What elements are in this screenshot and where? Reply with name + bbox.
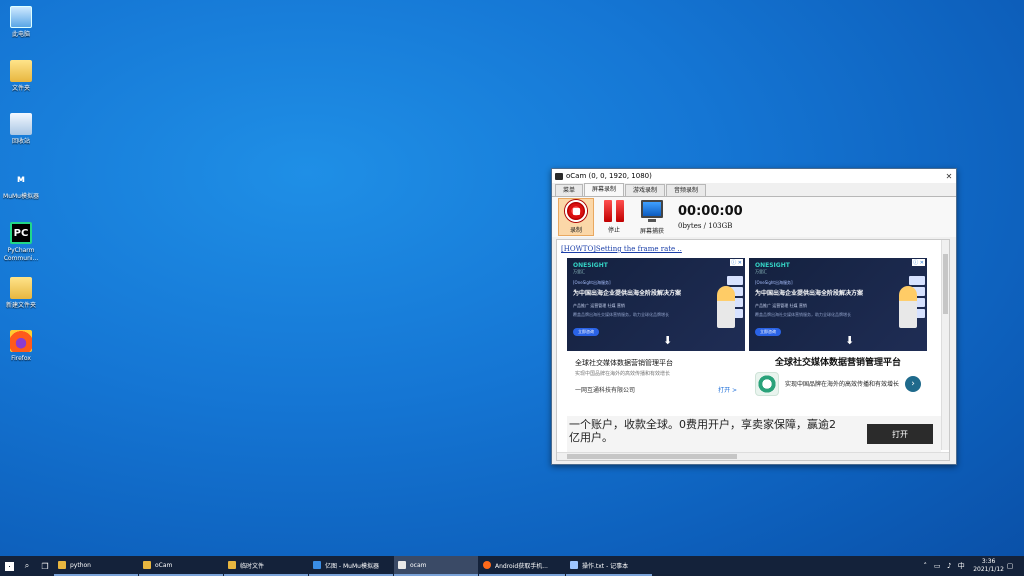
folder-icon bbox=[228, 561, 236, 569]
notepad-icon bbox=[570, 561, 578, 569]
ad-card-2[interactable]: ⓘ ✕ ONESIGHT 万里汇 [OneSight出海服务] 为中国出海企业提… bbox=[749, 258, 927, 408]
desktop-icon-new-folder[interactable]: 新建文件夹 bbox=[0, 277, 42, 310]
windows-logo-icon bbox=[4, 561, 14, 571]
window-titlebar[interactable]: oCam (0, 0, 1920, 1080) ✕ bbox=[552, 169, 956, 183]
arrow-down-icon: ⬇ bbox=[663, 334, 673, 347]
ad-open-button[interactable]: 打开 bbox=[867, 424, 933, 444]
recycle-bin-icon bbox=[10, 113, 32, 135]
network-icon[interactable]: ▭ bbox=[931, 562, 943, 570]
notification-icon[interactable]: ▢ bbox=[1004, 562, 1016, 570]
taskbar-item-temp-files[interactable]: 临时文件 bbox=[224, 556, 308, 576]
ad-open-link[interactable]: 打开 > bbox=[718, 385, 737, 394]
ocam-app-icon bbox=[555, 172, 563, 180]
volume-icon[interactable]: ♪ bbox=[943, 562, 955, 570]
start-button[interactable] bbox=[0, 556, 18, 576]
ad-company: 一网互通科技有限公司 bbox=[575, 387, 636, 394]
ad-banner[interactable]: ⓘ ✕ ONESIGHT 万里汇 [OneSight出海服务] 为中国出海企业提… bbox=[567, 258, 745, 351]
task-view-icon[interactable]: ❐ bbox=[36, 556, 54, 576]
stop-button[interactable]: 停止 bbox=[596, 198, 632, 236]
mumu-icon bbox=[313, 561, 321, 569]
chevron-up-icon[interactable]: ˄ bbox=[919, 562, 931, 570]
arrow-down-icon: ⬇ bbox=[845, 334, 855, 347]
ad-banner[interactable]: ⓘ ✕ ONESIGHT 万里汇 [OneSight出海服务] 为中国出海企业提… bbox=[749, 258, 927, 351]
desktop-icon-pycharm[interactable]: PC PyCharm Communi... bbox=[0, 222, 42, 263]
tab-game-record[interactable]: 游戏录制 bbox=[625, 184, 666, 196]
ad-pane: [HOWTO]Setting the frame rate .. ⓘ ✕ ONE… bbox=[556, 239, 950, 461]
horizontal-scrollbar[interactable] bbox=[557, 452, 949, 460]
record-button[interactable]: 录制 bbox=[558, 198, 594, 236]
taskbar-item-ocam[interactable]: ocam bbox=[394, 556, 478, 576]
screen-capture-button[interactable]: 屏幕捕获 bbox=[634, 198, 670, 236]
desktop-icon-recycle-bin[interactable]: 回收站 bbox=[0, 113, 42, 146]
taskbar-item-ocam-folder[interactable]: oCam bbox=[139, 556, 223, 576]
tab-menu[interactable]: 菜单 bbox=[555, 184, 584, 196]
folder-icon bbox=[10, 60, 32, 82]
taskbar-item-notepad[interactable]: 操作.txt - 记事本 bbox=[566, 556, 652, 576]
bottom-ad[interactable]: 一个账户，收款全球。0费用开户，享卖家保障，赢逾2亿用户。 打开 bbox=[567, 416, 941, 452]
firefox-icon bbox=[10, 330, 32, 352]
search-icon[interactable]: ⌕ bbox=[18, 556, 36, 576]
close-icon[interactable]: ✕ bbox=[942, 169, 956, 183]
window-title: oCam (0, 0, 1920, 1080) bbox=[566, 172, 652, 180]
pause-icon bbox=[604, 200, 624, 222]
tab-bar: 菜单 屏幕录制 游戏录制 音频录制 bbox=[552, 183, 956, 197]
adchoice-icon[interactable]: ⓘ ✕ bbox=[912, 259, 925, 266]
desktop-icon-folder[interactable]: 文件夹 bbox=[0, 60, 42, 93]
recording-size: 0bytes / 103GB bbox=[678, 222, 733, 230]
folder-icon bbox=[143, 561, 151, 569]
brand-logo-icon bbox=[755, 372, 779, 396]
person-illustration bbox=[899, 286, 917, 328]
pycharm-icon: PC bbox=[10, 222, 32, 244]
clock[interactable]: 3:36 2021/1/12 bbox=[973, 558, 1004, 574]
recording-timer: 00:00:00 bbox=[678, 204, 743, 219]
ocam-app-icon bbox=[398, 561, 406, 569]
taskbar: ⌕ ❐ python oCam 临时文件 亿图 - MuMu模拟器 ocam A… bbox=[0, 556, 1024, 576]
recording-status: 00:00:00 0bytes / 103GB bbox=[678, 204, 743, 230]
tab-screen-record[interactable]: 屏幕录制 bbox=[584, 183, 625, 196]
adchoice-icon[interactable]: ⓘ ✕ bbox=[730, 259, 743, 266]
computer-icon bbox=[10, 6, 32, 28]
folder-icon bbox=[58, 561, 66, 569]
taskbar-item-python[interactable]: python bbox=[54, 556, 138, 576]
toolbar: 录制 停止 屏幕捕获 00:00:00 0bytes / 103GB bbox=[552, 197, 956, 237]
chevron-right-icon[interactable]: › bbox=[905, 376, 921, 392]
taskbar-item-firefox[interactable]: Android获取手机... bbox=[479, 556, 565, 576]
taskbar-item-mumu[interactable]: 亿图 - MuMu模拟器 bbox=[309, 556, 393, 576]
ocam-window: oCam (0, 0, 1920, 1080) ✕ 菜单 屏幕录制 游戏录制 音… bbox=[551, 168, 957, 465]
firefox-icon bbox=[483, 561, 491, 569]
vertical-scrollbar[interactable] bbox=[941, 240, 949, 450]
person-illustration bbox=[717, 286, 735, 328]
howto-link[interactable]: [HOWTO]Setting the frame rate .. bbox=[561, 245, 682, 253]
desktop-icon-firefox[interactable]: Firefox bbox=[0, 330, 42, 363]
tab-audio-record[interactable]: 音频录制 bbox=[666, 184, 707, 196]
ime-icon[interactable]: 中 bbox=[955, 561, 967, 571]
desktop-icon-mumu[interactable]: ᴍ MuMu模拟器 bbox=[0, 168, 42, 201]
ad-card-1[interactable]: ⓘ ✕ ONESIGHT 万里汇 [OneSight出海服务] 为中国出海企业提… bbox=[567, 258, 745, 404]
screen-capture-icon bbox=[641, 199, 663, 222]
desktop-icon-this-pc[interactable]: 此电脑 bbox=[0, 6, 42, 39]
system-tray: ˄ ▭ ♪ 中 3:36 2021/1/12 ▢ bbox=[919, 558, 1024, 574]
folder-icon bbox=[10, 277, 32, 299]
mumu-icon: ᴍ bbox=[16, 173, 26, 185]
record-icon bbox=[565, 200, 587, 222]
